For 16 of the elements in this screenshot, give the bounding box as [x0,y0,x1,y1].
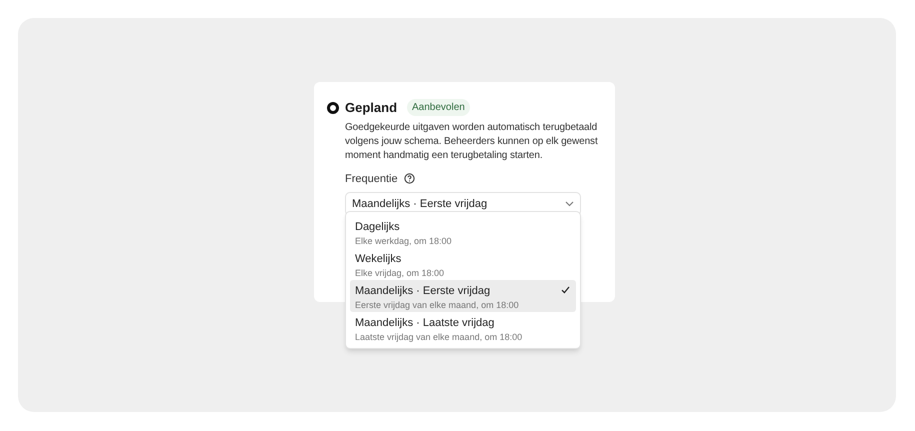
option-title: Gepland [345,99,398,117]
option-description: Goedgekeurde uitgaven worden automatisch terugbetaald volgens jouw schema. Beheerders kunnen op elk gewenst moment handmatig een terugbetaling starten. [345,120,599,162]
recommended-badge: Aanbevolen [407,99,470,116]
option-label: Wekelijks [355,252,402,266]
chevron-down-icon [565,201,574,207]
option-label: Dagelijks [355,220,401,234]
option-label: Maandelijks · Laatste vrijdag [355,316,496,330]
option-label: Maandelijks · Eerste vrijdag [355,284,492,298]
help-icon[interactable] [404,173,415,184]
option-description: Elke werkdag, om 18:00 [355,235,453,247]
option-description: Eerste vrijdag van elke maand, om 18:00 [355,299,520,311]
menu-option[interactable]: Maandelijks · Eerste vrijdag Eerste vrijdag van elke maand, om 18:00 [350,280,576,312]
option-description: Elke vrijdag, om 18:00 [355,267,446,279]
field-label: Frequentie [345,172,398,186]
option-description: Laatste vrijdag van elke maand, om 18:00 [355,331,524,343]
check-icon [561,286,570,294]
